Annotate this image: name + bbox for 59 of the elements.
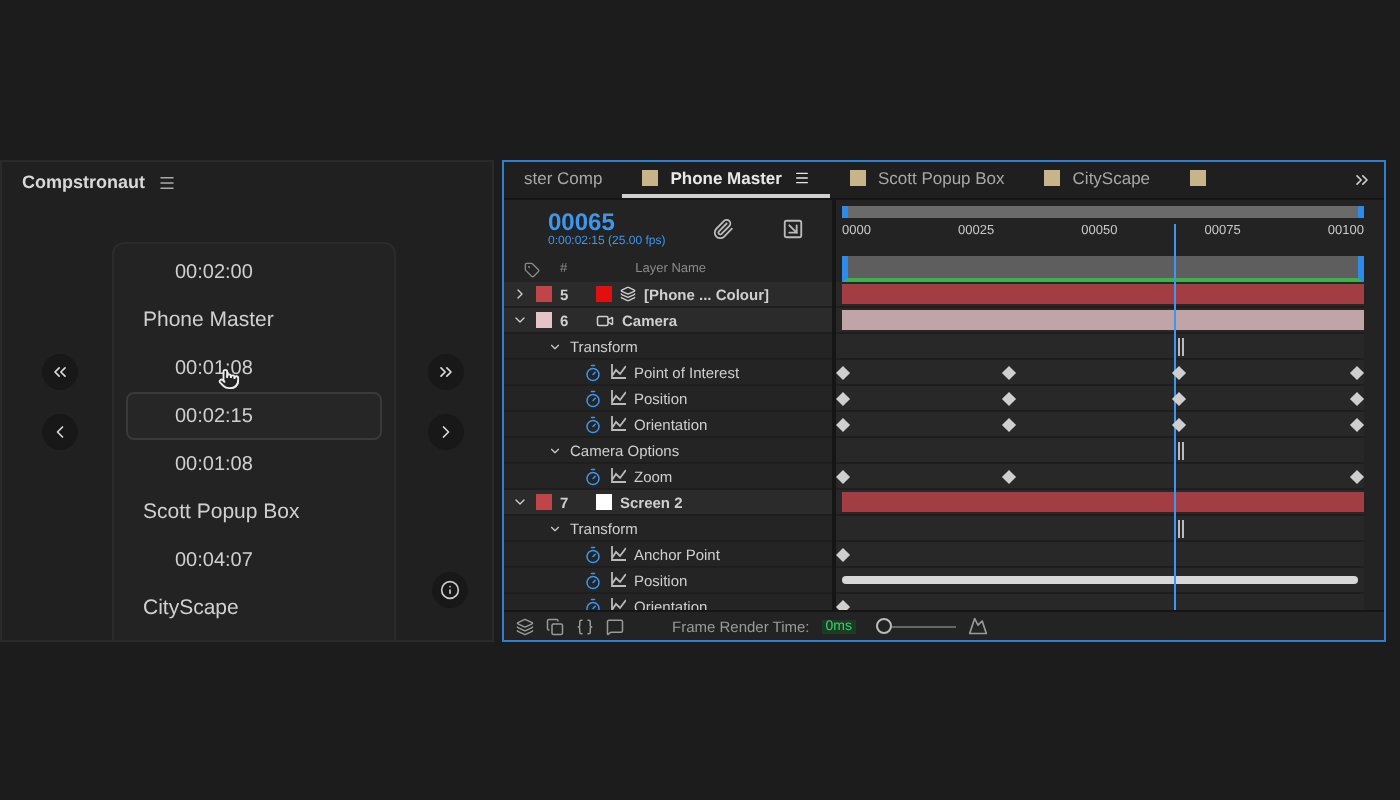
- stopwatch-icon[interactable]: [584, 415, 602, 433]
- composition-icon: [620, 286, 636, 302]
- composition-tab[interactable]: Scott Popup Box: [829, 162, 1025, 198]
- menu-icon[interactable]: [157, 173, 175, 191]
- menu-icon: [793, 170, 810, 186]
- double-chevron-left-icon: [50, 361, 70, 381]
- graph-icon: [610, 390, 626, 406]
- label-color-icon[interactable]: [536, 494, 552, 510]
- graph-icon: [610, 546, 626, 562]
- stopwatch-icon[interactable]: [584, 597, 602, 610]
- copy-icon[interactable]: [546, 617, 564, 635]
- panel-title: Compstronaut: [22, 172, 145, 192]
- solid-swatch-icon: [596, 494, 612, 510]
- composition-item[interactable]: Phone Master: [125, 296, 381, 344]
- comment-icon[interactable]: [606, 617, 624, 635]
- frame-icon[interactable]: [782, 217, 804, 239]
- tag-icon: [524, 261, 540, 277]
- composition-tab[interactable]: Phone Master: [622, 162, 830, 198]
- label-color-icon[interactable]: [536, 286, 552, 302]
- time-item[interactable]: 00:02:00: [125, 248, 381, 296]
- double-chevron-right-icon: [436, 361, 456, 381]
- time-item[interactable]: 00:01:08: [125, 344, 381, 392]
- stopwatch-icon[interactable]: [584, 545, 602, 563]
- time-item[interactable]: 00:04:07: [125, 536, 381, 584]
- graph-icon: [610, 572, 626, 588]
- graph-icon: [610, 416, 626, 432]
- zoom-slider[interactable]: [876, 618, 957, 634]
- time-item[interactable]: 00:02:15: [125, 392, 381, 440]
- info-icon: [440, 580, 460, 600]
- stopwatch-icon[interactable]: [584, 571, 602, 589]
- paperclip-icon[interactable]: [712, 217, 735, 239]
- composition-item[interactable]: CityScape: [125, 584, 381, 632]
- braces-icon[interactable]: [576, 617, 594, 635]
- mountain-icon[interactable]: [968, 616, 989, 636]
- graph-icon: [610, 468, 626, 484]
- time-item[interactable]: 00:01:08: [125, 440, 381, 488]
- composition-tab[interactable]: CityScape: [1024, 162, 1171, 198]
- keyframe-icon[interactable]: [1349, 469, 1364, 485]
- stopwatch-icon[interactable]: [584, 363, 602, 381]
- composition-item[interactable]: Scott Popup Box: [125, 488, 381, 536]
- graph-icon: [610, 598, 626, 610]
- current-timecode[interactable]: 00065: [548, 208, 666, 236]
- composition-tab[interactable]: ster Comp: [504, 162, 623, 198]
- color-swatch-icon: [596, 286, 612, 302]
- info-button[interactable]: [432, 572, 468, 608]
- label-color-icon[interactable]: [536, 312, 552, 328]
- camera-icon: [596, 311, 614, 329]
- keyframe-icon[interactable]: [836, 547, 851, 563]
- keyframe-icon[interactable]: [836, 599, 851, 610]
- first-button[interactable]: [42, 353, 78, 389]
- zoom-slider-thumb[interactable]: [876, 618, 893, 634]
- keyframe-icon[interactable]: [836, 469, 851, 485]
- graph-icon: [610, 364, 626, 380]
- last-button[interactable]: [428, 353, 464, 389]
- keyframe-icon[interactable]: [1001, 469, 1016, 485]
- stopwatch-icon[interactable]: [584, 389, 602, 407]
- more-tabs-icon[interactable]: [1352, 170, 1372, 190]
- stopwatch-icon[interactable]: [584, 467, 602, 485]
- layers-icon[interactable]: [516, 617, 534, 635]
